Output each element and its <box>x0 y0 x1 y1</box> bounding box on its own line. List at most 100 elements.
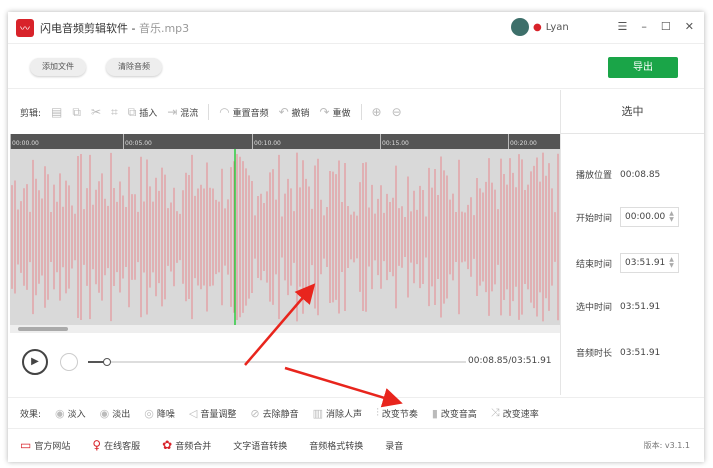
horizontal-scrollbar[interactable] <box>10 325 560 333</box>
divider <box>208 104 210 120</box>
redo-label: 重做 <box>332 109 351 119</box>
end-time-input[interactable]: 03:51.91 ▲ ▼ <box>620 253 679 273</box>
end-time-value[interactable]: 03:51.91 <box>625 258 665 268</box>
support-person-icon: ♀ <box>92 438 102 452</box>
main-toolbar: 添加文件 清除音频 导出 <box>8 44 704 89</box>
ruler-tick: 00:00.00 <box>10 134 39 149</box>
scrollbar-thumb[interactable] <box>18 327 68 331</box>
mix-label: 混流 <box>180 109 199 119</box>
record-link[interactable]: 录音 <box>385 439 403 452</box>
minimize-button[interactable]: – <box>641 20 647 33</box>
crop-icon[interactable]: ⌗ <box>111 105 118 120</box>
copy-icon[interactable]: ▤ <box>51 105 62 119</box>
ruler-tick: 00:10.00 <box>252 134 281 149</box>
insert-label: 插入 <box>139 108 158 119</box>
user-name[interactable]: Lyan <box>546 22 569 33</box>
link-label: 在线客服 <box>104 441 141 452</box>
app-name: 闪电音频剪辑软件 - <box>40 21 139 35</box>
insert-button[interactable]: ⧉ 插入 <box>128 105 157 120</box>
user-account[interactable]: ● Lyan <box>511 18 569 36</box>
denoise-icon: ◎ <box>144 406 154 420</box>
link-label: 官方网站 <box>34 441 71 452</box>
playback-progress[interactable] <box>88 358 466 366</box>
vocal-icon: ▥ <box>312 406 324 420</box>
tts-link[interactable]: 文字语音转换 <box>233 439 287 452</box>
speaker-icon: ◁ <box>188 406 198 420</box>
start-time-value[interactable]: 00:00.00 <box>625 212 665 222</box>
monitor-icon: ▭ <box>20 438 32 452</box>
effect-label: 改变速率 <box>502 409 539 420</box>
maximize-button[interactable]: ☐ <box>661 20 671 33</box>
effect-change-pitch[interactable]: ▮ 改变音高 <box>432 407 477 420</box>
mix-icon: ⇥ <box>167 105 178 119</box>
bottom-bar: ▭ 官方网站 ♀ 在线客服 ✿ 音频合并 文字语音转换 音频格式转换 录音 <box>8 430 704 460</box>
effect-label: 降噪 <box>156 409 175 420</box>
effect-label: 音量调整 <box>200 409 237 420</box>
cut-icon[interactable]: ✂ <box>91 105 101 119</box>
version-label: 版本: v3.1.1 <box>643 441 690 450</box>
insert-icon: ⧉ <box>127 104 137 119</box>
selection-time-value: 03:51.91 <box>620 301 661 312</box>
undo-icon: ↶ <box>278 105 289 119</box>
ruler-tick: 00:15.00 <box>380 134 409 149</box>
tempo-icon: ⫶ <box>376 406 379 419</box>
online-support-link[interactable]: ♀ 在线客服 <box>92 438 140 452</box>
avatar[interactable] <box>511 18 529 36</box>
effect-denoise[interactable]: ◎ 降噪 <box>144 407 175 420</box>
start-time-label: 开始时间 <box>576 213 613 224</box>
location-pin-icon: ● <box>533 21 542 33</box>
format-convert-link[interactable]: 音频格式转换 <box>309 439 363 452</box>
mute-icon: ⊘ <box>250 406 260 420</box>
ruler-tick: 00:20.00 <box>508 134 537 149</box>
app-logo-icon: 〰 <box>16 18 34 37</box>
start-time-input[interactable]: 00:00.00 ▲ ▼ <box>620 207 679 227</box>
reset-audio-button[interactable]: ◠ 重置音频 <box>219 105 268 119</box>
progress-knob[interactable] <box>103 358 111 366</box>
window-title: 闪电音频剪辑软件 - 音乐.mp3 <box>40 20 189 36</box>
end-time-label: 结束时间 <box>576 259 613 270</box>
add-file-button[interactable]: 添加文件 <box>30 58 86 76</box>
effect-label: 改变节奏 <box>381 409 418 420</box>
zoom-in-icon[interactable]: ⊕ <box>372 105 382 119</box>
export-button[interactable]: 导出 <box>608 57 678 78</box>
duration-value: 03:51.91 <box>620 347 661 358</box>
edit-label: 剪辑: <box>20 108 42 119</box>
effect-label: 消除人声 <box>326 409 363 420</box>
reset-label: 重置音频 <box>232 109 269 119</box>
mix-button[interactable]: ⇥ 混流 <box>167 105 198 119</box>
effect-remove-vocals[interactable]: ▥ 消除人声 <box>313 407 362 420</box>
paste-icon[interactable]: ⧉ <box>72 105 81 120</box>
effect-volume[interactable]: ◁ 音量调整 <box>189 407 236 420</box>
menu-icon[interactable]: ☰ <box>618 20 628 33</box>
undo-label: 撤销 <box>291 109 310 119</box>
effect-change-speed[interactable]: ⤨ 改变速率 <box>491 406 539 420</box>
zoom-out-icon[interactable]: ⊖ <box>392 105 402 119</box>
redo-button[interactable]: ↷ 重做 <box>320 105 351 119</box>
close-button[interactable]: ✕ <box>685 20 694 33</box>
duration-label: 音频时长 <box>576 349 613 359</box>
title-bar: 〰 闪电音频剪辑软件 - 音乐.mp3 ● Lyan ☰ – ☐ ✕ <box>8 12 704 44</box>
official-site-link[interactable]: ▭ 官方网站 <box>20 438 70 452</box>
stop-button[interactable] <box>60 353 78 371</box>
play-button[interactable]: ▶ <box>22 349 48 375</box>
clear-audio-button[interactable]: 清除音频 <box>106 58 162 76</box>
effect-change-tempo[interactable]: ⫶ 改变节奏 <box>376 406 418 420</box>
audio-merge-link[interactable]: ✿ 音频合并 <box>162 438 211 452</box>
play-position-value: 00:08.85 <box>620 169 661 180</box>
divider <box>360 104 362 120</box>
waveform[interactable] <box>10 149 560 325</box>
undo-button[interactable]: ↶ 撤销 <box>279 105 310 119</box>
gift-icon: ✿ <box>162 438 173 452</box>
effect-remove-silence[interactable]: ⊘ 去除静音 <box>250 407 298 420</box>
fade-out-icon: ◉ <box>99 406 110 420</box>
effect-fade-in[interactable]: ◉ 淡入 <box>55 407 86 420</box>
selection-time-label: 选中时间 <box>576 303 613 313</box>
effect-label: 淡出 <box>112 409 131 420</box>
timeline-ruler[interactable]: 00:00.00 00:05.00 00:10.00 00:15.00 00:2… <box>10 134 560 149</box>
effect-fade-out[interactable]: ◉ 淡出 <box>100 407 131 420</box>
spinner-arrows-icon[interactable]: ▲ ▼ <box>669 257 674 269</box>
spinner-arrows-icon[interactable]: ▲ ▼ <box>669 211 674 223</box>
playback-time: 00:08.85/03:51.91 <box>468 356 552 366</box>
effects-label: 效果: <box>20 409 42 420</box>
fade-in-icon: ◉ <box>55 406 65 420</box>
